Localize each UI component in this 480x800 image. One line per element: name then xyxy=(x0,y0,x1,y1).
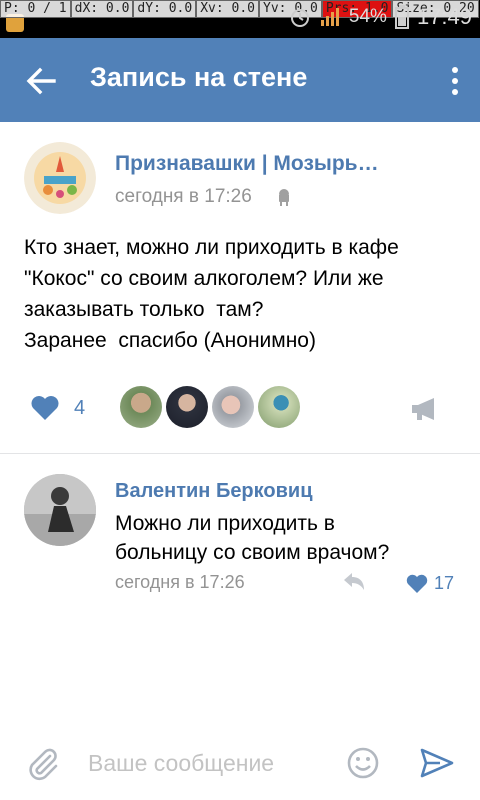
post-text-line: заказывать только там? xyxy=(24,298,264,321)
post-header: Признавашки | Мозырь… сегодня в 17:26 xyxy=(24,142,464,214)
message-input[interactable] xyxy=(86,742,330,784)
liker-avatar xyxy=(166,386,208,428)
likers-avatars[interactable] xyxy=(120,386,300,428)
post-like-count: 4 xyxy=(74,396,86,419)
app-bar: Запись на стене xyxy=(0,38,480,122)
debug-dy: dY: 0.0 xyxy=(133,0,197,18)
android-icon xyxy=(279,189,289,206)
post-like-button[interactable]: 4 xyxy=(30,395,85,421)
back-arrow-icon[interactable] xyxy=(24,64,58,98)
comment-text-line: больницу со своим врачом? xyxy=(115,541,390,564)
status-bar: P: 0 / 1 dX: 0.0 dY: 0.0 Xv: 0.0 Yv: 0.0… xyxy=(0,0,480,38)
message-composer xyxy=(0,724,480,800)
clock: 17:49 xyxy=(416,4,472,29)
comment-time: сегодня в 17:26 xyxy=(115,572,245,592)
share-megaphone-icon[interactable] xyxy=(410,396,440,422)
comment-text-line: Можно ли приходить в xyxy=(115,512,335,535)
page-title: Запись на стене xyxy=(90,62,308,92)
debug-dx: dX: 0.0 xyxy=(70,0,134,18)
comment-text: Можно ли приходить в больницу со своим в… xyxy=(115,509,389,567)
post-author[interactable]: Признавашки | Мозырь… xyxy=(115,152,379,176)
post-text-line: Заранее спасибо (Анонимно) xyxy=(24,329,316,352)
alarm-clock-icon xyxy=(290,9,309,27)
signal-icon xyxy=(320,8,339,26)
status-icons: 54% 17:49 xyxy=(289,4,472,30)
post-time: сегодня в 17:26 xyxy=(115,186,252,207)
post-text-line: Кто знает, можно ли приходить в кафе xyxy=(24,236,399,259)
divider xyxy=(0,453,480,454)
battery-icon xyxy=(394,5,409,29)
comment-author-avatar[interactable] xyxy=(24,474,96,546)
send-icon[interactable] xyxy=(420,748,454,778)
comment-author[interactable]: Валентин Берковиц xyxy=(115,480,313,503)
battery-percent: 54% xyxy=(348,6,387,27)
liker-avatar xyxy=(258,386,300,428)
heart-icon xyxy=(31,396,59,420)
heart-icon xyxy=(406,574,428,593)
comment-like-count: 17 xyxy=(434,573,455,593)
post-text-line: "Кокос" со своим алкоголем? Или же xyxy=(24,267,384,290)
debug-xv: Xv: 0.0 xyxy=(196,0,260,18)
more-vert-icon[interactable] xyxy=(450,66,460,96)
emoji-icon[interactable] xyxy=(346,746,380,780)
group-avatar[interactable] xyxy=(24,142,96,214)
debug-p: P: 0 / 1 xyxy=(0,0,71,18)
paperclip-icon[interactable] xyxy=(26,746,60,782)
liker-avatar xyxy=(212,386,254,428)
post-text: Кто знает, можно ли приходить в кафе "Ко… xyxy=(24,232,464,356)
liker-avatar xyxy=(120,386,162,428)
comment-like-button[interactable]: 17 xyxy=(406,573,454,594)
reply-icon[interactable] xyxy=(342,572,366,592)
